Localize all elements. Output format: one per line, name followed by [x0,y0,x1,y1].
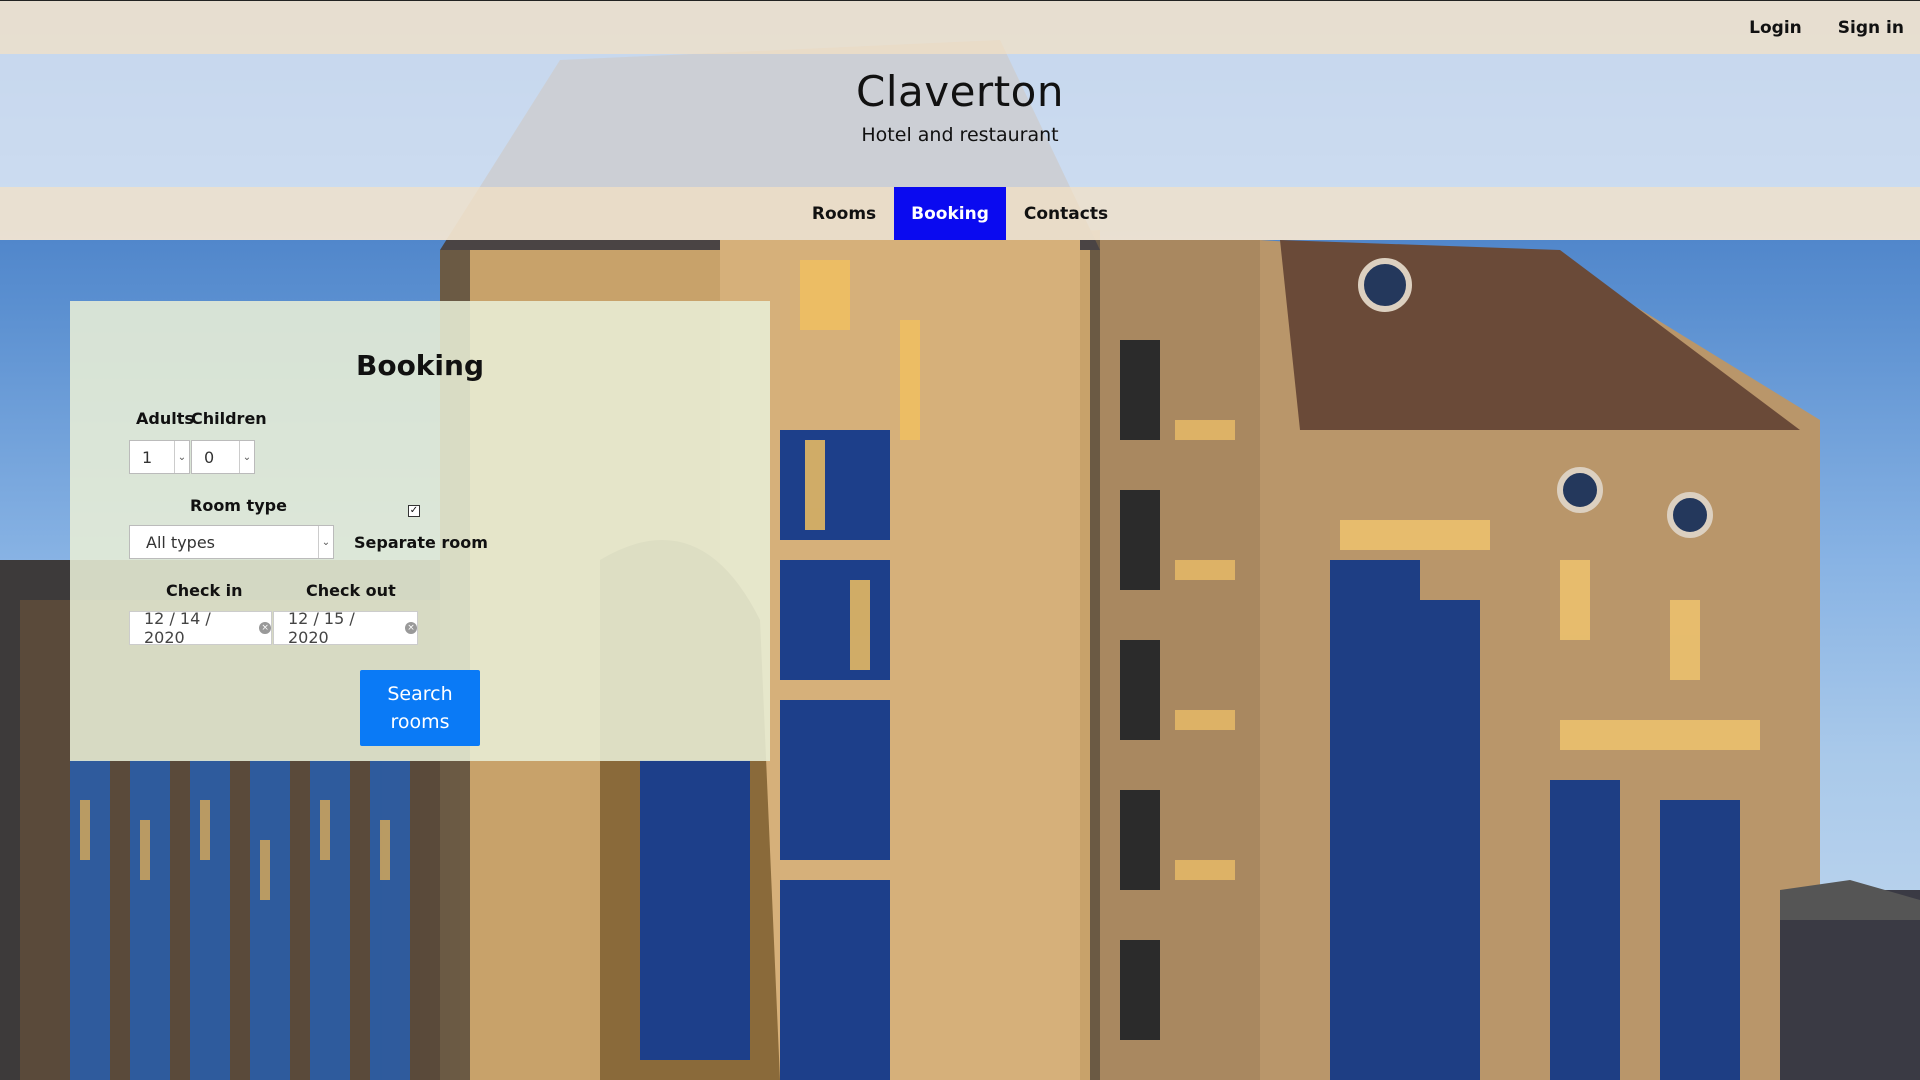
room-type-label: Room type [190,496,287,515]
children-select-value: 0 [204,447,215,467]
room-type-select[interactable]: All types ⌄ [129,525,334,559]
chevron-down-icon: ⌄ [239,441,254,473]
top-bar: Login Sign in [0,0,1920,54]
chevron-down-icon: ⌄ [318,526,333,558]
main-nav: Rooms Booking Contacts [0,187,1920,240]
nav-item-booking[interactable]: Booking [894,187,1006,240]
search-button-line2: rooms [390,711,450,733]
adults-select-value: 1 [142,447,153,467]
checkin-date-value: 12 / 14 / 2020 [144,609,211,647]
booking-title: Booking [355,349,484,382]
checkout-date-value: 12 / 15 / 2020 [288,609,355,647]
signin-link[interactable]: Sign in [1838,18,1904,38]
separate-room-checkbox[interactable]: ✓ [408,505,420,517]
auth-links: Login Sign in [1749,1,1904,55]
search-rooms-button[interactable]: Search rooms [360,670,480,746]
separate-room-label: Separate room [354,533,488,552]
site-subtitle: Hotel and restaurant [861,124,1059,147]
adults-label: Adults [136,409,194,428]
brand-header: Claverton Hotel and restaurant [0,54,1920,187]
checkin-date-input[interactable]: 12 / 14 / 2020 × [129,609,272,647]
site-title: Claverton [856,67,1064,116]
booking-panel: Booking Adults Children 1 ⌄ 0 ⌄ Room typ… [70,301,770,761]
room-type-select-value: All types [146,532,215,552]
clear-icon[interactable]: × [259,622,271,634]
nav-item-rooms[interactable]: Rooms [794,187,894,240]
checkout-label: Check out [306,581,396,600]
chevron-down-icon: ⌄ [174,441,189,473]
checkin-label: Check in [166,581,243,600]
search-button-line1: Search [387,683,453,705]
adults-select[interactable]: 1 ⌄ [129,440,190,474]
clear-icon[interactable]: × [405,622,417,634]
login-link[interactable]: Login [1749,18,1802,38]
nav-item-contacts[interactable]: Contacts [1006,187,1126,240]
checkout-date-input[interactable]: 12 / 15 / 2020 × [273,609,418,647]
children-label: Children [191,409,267,428]
children-select[interactable]: 0 ⌄ [191,440,255,474]
